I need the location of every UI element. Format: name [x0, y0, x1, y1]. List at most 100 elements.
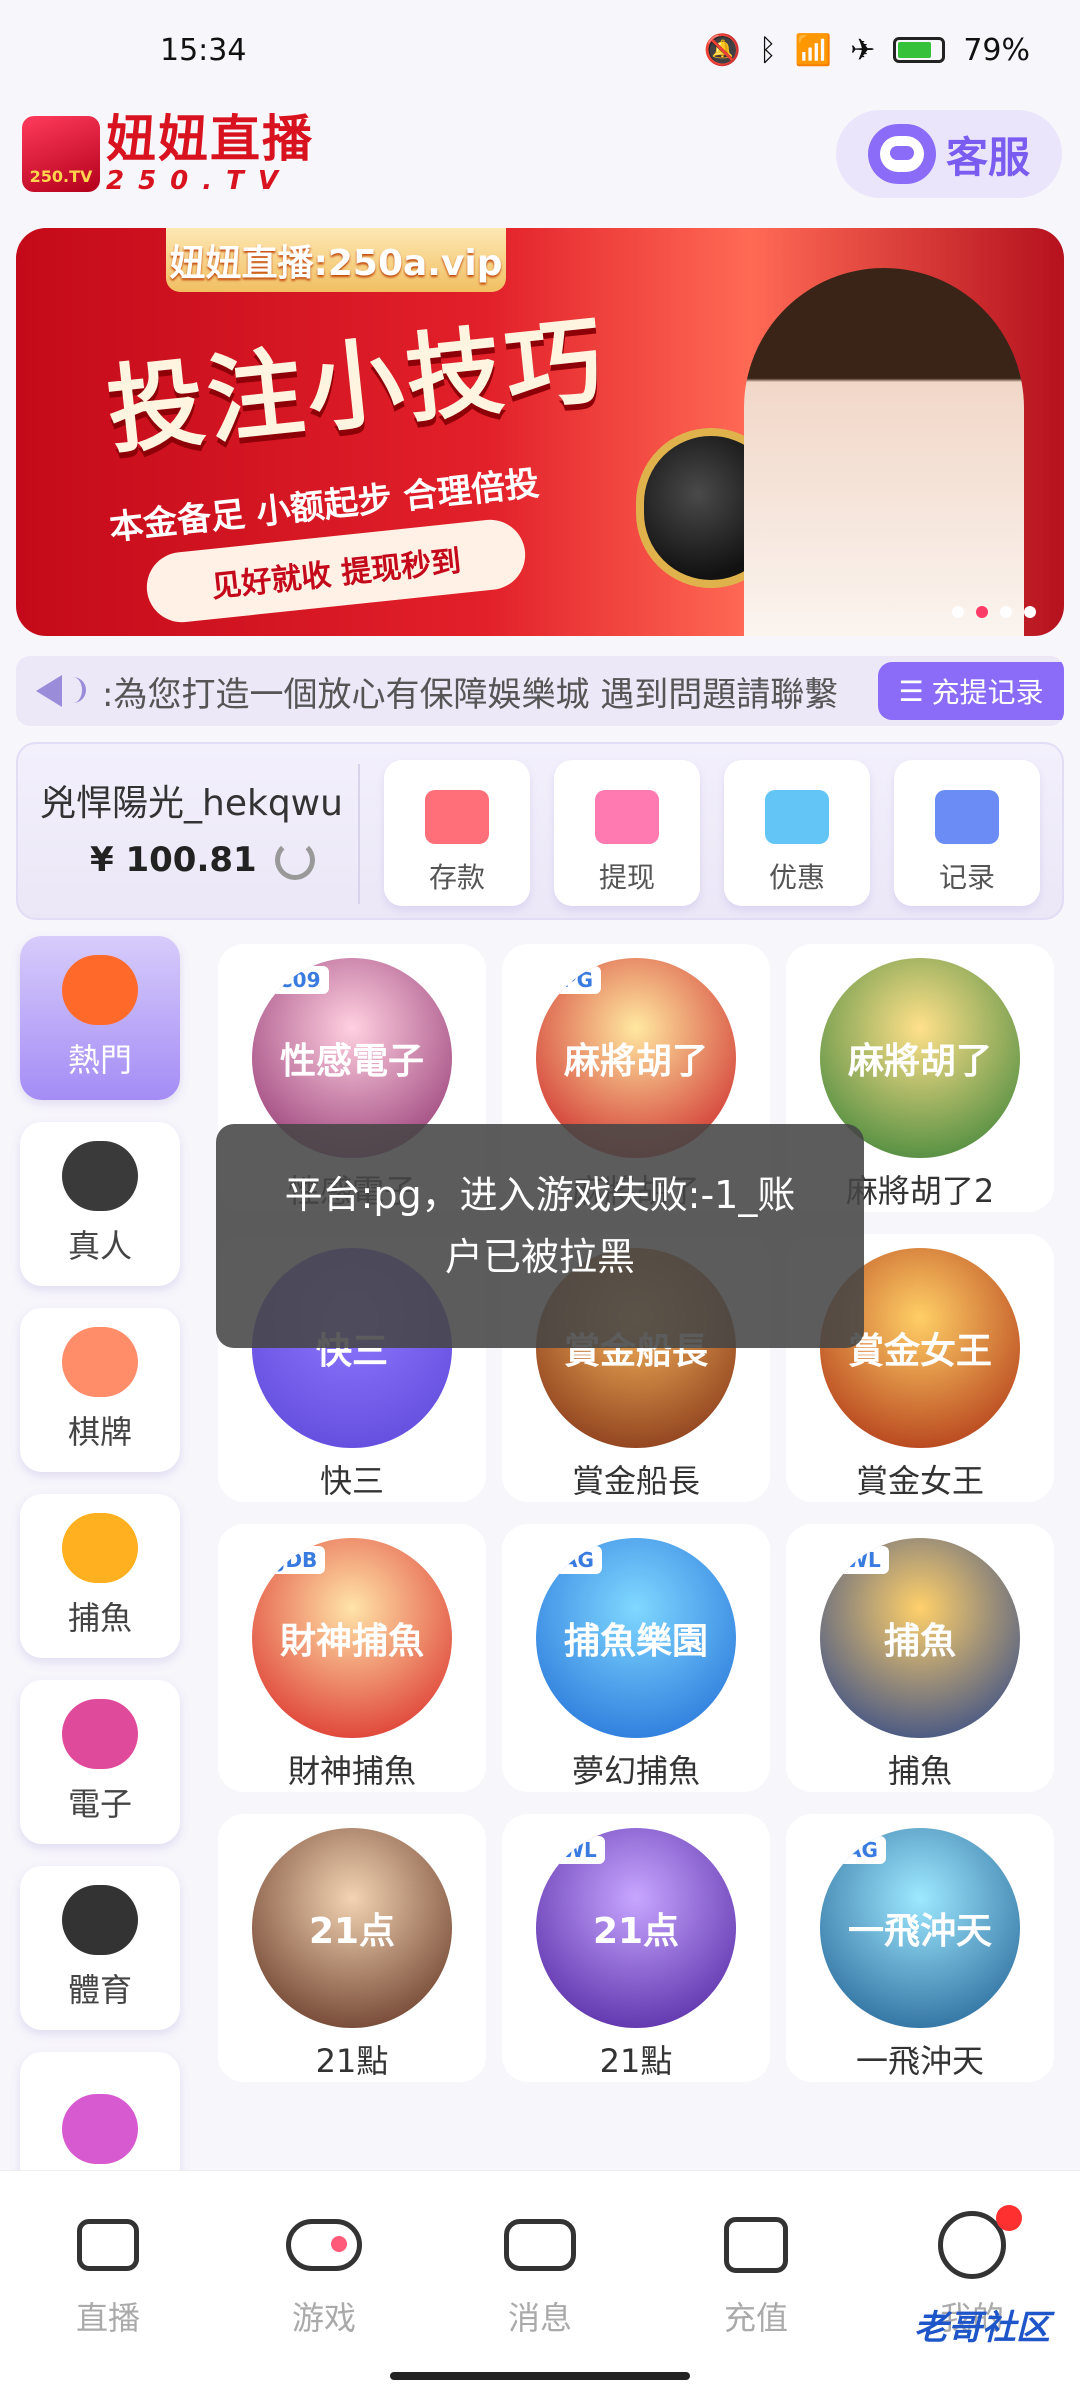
category-label: 體育	[67, 1971, 132, 2009]
nav-item-0[interactable]: 直播	[28, 2211, 188, 2400]
refresh-icon[interactable]	[274, 840, 315, 880]
banner-tag: 妞妞直播:250a.vip	[166, 228, 506, 292]
balance-value: ¥ 100.81	[90, 840, 257, 880]
game-card[interactable]: 捕魚樂園 AG 夢幻捕魚	[502, 1524, 770, 1792]
bluetooth-icon: ᛒ	[758, 32, 777, 68]
nav-label: 充值	[723, 2299, 788, 2337]
category-sidebar: 熱門真人棋牌捕魚電子體育	[20, 936, 180, 2238]
airplane-icon: ✈	[850, 32, 876, 68]
fish-icon	[62, 1513, 138, 1583]
game-thumbnail: 21点	[252, 1828, 452, 2028]
customer-service-button[interactable]: 客服	[836, 110, 1062, 198]
account-action-label: 记录	[938, 861, 995, 894]
battery-icon	[893, 37, 946, 63]
game-thumbnail: 財神捕魚 JDB	[252, 1538, 452, 1738]
banner-dot[interactable]	[1000, 606, 1012, 618]
category-item-5[interactable]: 體育	[20, 1866, 180, 2030]
wifi-icon: 📶	[794, 32, 833, 68]
game-card[interactable]: 21点 21點	[218, 1814, 486, 2082]
provider-tag: PG	[554, 966, 602, 994]
error-toast: 平台:pg，进入游戏失败:-1_账户已被拉黑	[216, 1124, 864, 1348]
category-item-1[interactable]: 真人	[20, 1122, 180, 1286]
game-art-title: 麻將胡了	[847, 1041, 992, 1082]
deposit-withdraw-record-button[interactable]: ☰ 充提记录	[878, 662, 1064, 720]
banner-dot[interactable]	[1024, 606, 1036, 618]
game-art-title: 賞金女王	[847, 1331, 992, 1372]
provider-tag: AG	[554, 1546, 602, 1574]
username: 兇悍陽光_hekqwu	[40, 783, 343, 824]
bottom-navigation: 直播 游戏 消息 充值 我的	[0, 2170, 1080, 2400]
chat-bubble-icon	[504, 2219, 576, 2271]
game-name: 賞金女王	[855, 1462, 984, 1500]
account-action-label: 存款	[428, 861, 485, 894]
banner-dot[interactable]	[976, 606, 988, 618]
notice-marquee: :為您打造一個放心有保障娛樂城 遇到問題請聯繫 ☰ 充提记录	[16, 656, 1064, 726]
game-art-title: 捕魚	[883, 1621, 956, 1662]
game-thumbnail: 21点 WL	[536, 1828, 736, 2028]
game-card[interactable]: 一飛沖天 AG 一飛沖天	[786, 1814, 1054, 2082]
category-item-0[interactable]: 熱門	[20, 936, 180, 1100]
bar-chart-icon	[935, 790, 999, 844]
notification-badge	[996, 2205, 1022, 2231]
game-thumbnail: 一飛沖天 AG	[820, 1828, 1020, 2028]
game-card[interactable]: 捕魚 WL 捕魚	[786, 1524, 1054, 1792]
app-logo: 250.TV 妞妞直播 250.TV	[22, 112, 314, 196]
lottery-ball-icon	[62, 2094, 138, 2164]
account-action-1[interactable]: 提现	[554, 760, 700, 906]
game-name: 麻將胡了2	[845, 1172, 995, 1210]
gamepad-icon	[286, 2219, 362, 2271]
banner-dot[interactable]	[952, 606, 964, 618]
nav-item-3[interactable]: 充值	[676, 2211, 836, 2400]
category-label: 棋牌	[67, 1413, 132, 1451]
banner-model-image	[744, 268, 1024, 636]
record-button-label: 充提记录	[931, 676, 1044, 709]
game-name: 財神捕魚	[287, 1752, 416, 1790]
account-action-0[interactable]: 存款	[384, 760, 530, 906]
category-item-2[interactable]: 棋牌	[20, 1308, 180, 1472]
flame-icon	[62, 955, 138, 1025]
account-actions: 存款 提现 优惠 记录	[384, 760, 1040, 906]
battery-percent: 79%	[963, 32, 1030, 68]
headset-icon	[867, 124, 936, 184]
account-panel: 兇悍陽光_hekqwu ¥ 100.81 存款 提现 优惠 记录	[16, 742, 1064, 920]
money-bag-icon	[595, 790, 659, 844]
logo-badge: 250.TV	[22, 116, 100, 192]
game-name: 捕魚	[887, 1752, 952, 1790]
game-grid: 性感電子C09性感電子麻將胡了PG麻將胡了麻將胡了麻將胡了2快三快三賞金船長賞金…	[218, 944, 1060, 2082]
account-action-3[interactable]: 记录	[894, 760, 1040, 906]
game-name: 21點	[599, 2042, 673, 2080]
card-icon	[425, 790, 489, 844]
status-icons: 🔕 ᛒ 📶 ✈ 79%	[703, 33, 1030, 68]
customer-service-label: 客服	[945, 132, 1030, 182]
game-card[interactable]: 財神捕魚 JDB 財神捕魚	[218, 1524, 486, 1792]
category-item-4[interactable]: 電子	[20, 1680, 180, 1844]
slot-machine-icon	[62, 1699, 138, 1769]
promo-banner[interactable]: 妞妞直播:250a.vip 投注小技巧 本金备足 小额起步 合理倍投 见好就收 …	[16, 228, 1064, 636]
provider-tag: C09	[270, 966, 329, 994]
list-icon: ☰	[898, 674, 924, 708]
game-name: 一飛沖天	[855, 2042, 984, 2080]
game-art-title: 性感電子	[279, 1041, 424, 1082]
wallet-icon	[724, 2217, 788, 2273]
nav-label: 消息	[507, 2299, 572, 2337]
nav-item-1[interactable]: 游戏	[244, 2211, 404, 2400]
game-art-title: 捕魚樂園	[563, 1621, 708, 1662]
poker-chip-icon	[62, 1141, 138, 1211]
playing-card-icon	[62, 1327, 138, 1397]
game-thumbnail: 捕魚 WL	[820, 1538, 1020, 1738]
provider-tag: AG	[838, 1836, 886, 1864]
game-name: 夢幻捕魚	[571, 1752, 700, 1790]
provider-tag: JDB	[270, 1546, 326, 1574]
category-label: 電子	[67, 1785, 132, 1823]
banner-pagination[interactable]	[952, 606, 1036, 618]
watermark: 老哥社区	[914, 2308, 1050, 2348]
nav-label: 直播	[75, 2299, 140, 2337]
account-action-2[interactable]: 优惠	[724, 760, 870, 906]
game-art-title: 一飛沖天	[847, 1911, 992, 1952]
home-indicator[interactable]	[390, 2372, 690, 2380]
game-card[interactable]: 21点 WL 21點	[502, 1814, 770, 2082]
game-name: 快三	[319, 1462, 384, 1500]
divider	[358, 764, 360, 904]
game-name: 21點	[315, 2042, 389, 2080]
category-item-3[interactable]: 捕魚	[20, 1494, 180, 1658]
